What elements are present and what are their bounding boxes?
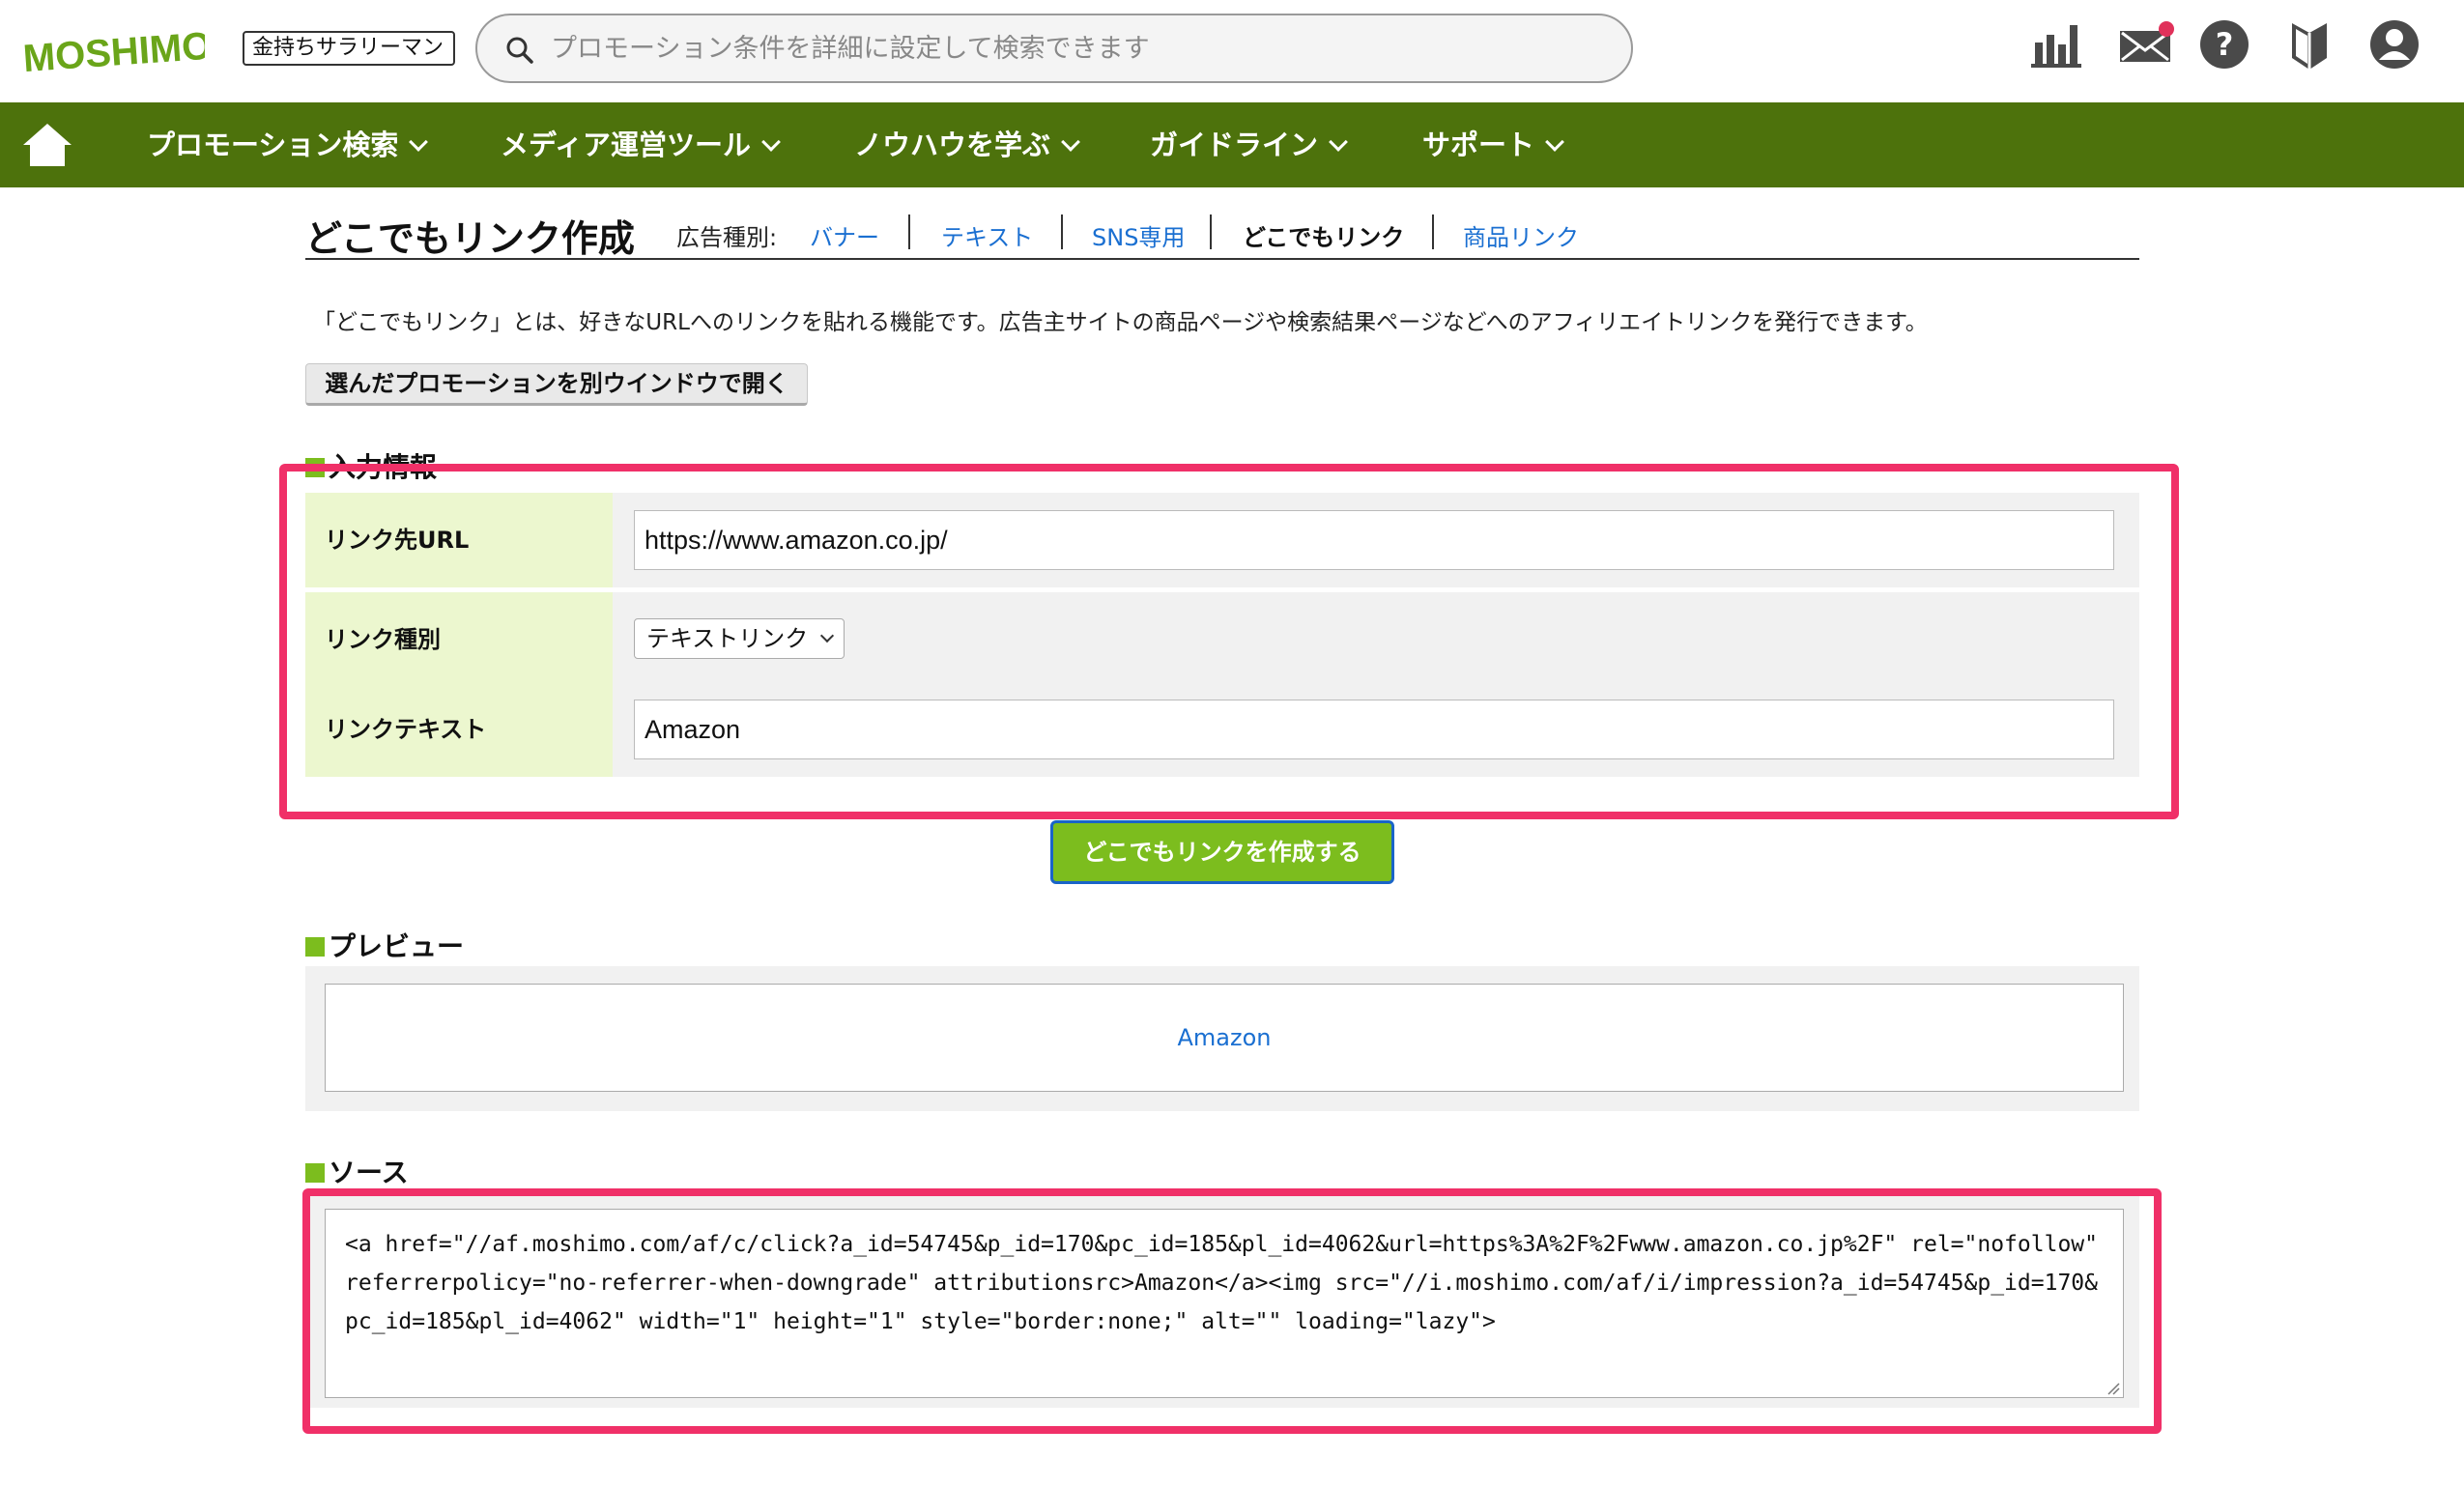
nav-media-tools[interactable]: メディア運営ツール [501, 102, 781, 187]
svg-text:MOSHIMO: MOSHIMO [21, 25, 205, 77]
help-icon[interactable]: ? [2195, 15, 2253, 73]
nav-support[interactable]: サポート [1422, 102, 1564, 187]
title-divider [305, 258, 2139, 260]
square-bullet-icon [305, 1163, 325, 1183]
divider [908, 214, 910, 249]
user-site-select[interactable]: 金持ちサラリーマン [243, 31, 455, 66]
beginner-mark-icon[interactable] [2280, 15, 2338, 73]
preview-box: Amazon [325, 984, 2124, 1092]
page-title: どこでもリンク作成 [305, 217, 635, 260]
chevron-down-icon [1329, 132, 1348, 152]
adtype-banner-link[interactable]: バナー [810, 218, 879, 252]
search-input[interactable] [551, 23, 1604, 73]
divider [1432, 214, 1434, 249]
chevron-down-icon [409, 132, 429, 152]
highlight-box-input [279, 464, 2179, 819]
page-description: 「どこでもリンク」とは、好きなURLへのリンクを貼れる機能です。広告主サイトの商… [313, 310, 1928, 335]
top-header: MOSHIMO 金持ちサラリーマン ? [0, 0, 2464, 102]
nav-promotion-search[interactable]: プロモーション検索 [147, 102, 429, 187]
adtype-text-link[interactable]: テキスト [941, 218, 1033, 252]
adtype-product-link[interactable]: 商品リンク [1463, 218, 1579, 252]
nav-guidelines[interactable]: ガイドライン [1150, 102, 1348, 187]
adtype-dokodemo-current: どこでもリンク [1243, 224, 1405, 251]
svg-text:?: ? [2216, 26, 2234, 63]
highlight-box-source [302, 1188, 2162, 1434]
promotion-search-bar[interactable] [475, 14, 1633, 83]
preview-section-heading: プレビュー [305, 926, 464, 964]
home-icon[interactable] [21, 120, 73, 170]
chevron-down-icon [761, 132, 781, 152]
preview-link[interactable]: Amazon [1178, 1024, 1272, 1051]
search-icon [506, 37, 533, 64]
notification-badge [2159, 21, 2174, 37]
preview-panel: Amazon [305, 966, 2139, 1111]
chevron-down-icon [1545, 132, 1564, 152]
divider [1210, 214, 1212, 249]
account-icon[interactable] [2365, 15, 2423, 73]
divider [1061, 214, 1063, 249]
moshimo-logo[interactable]: MOSHIMO [21, 17, 205, 77]
create-link-button[interactable]: どこでもリンクを作成する [1050, 820, 1394, 884]
open-in-new-window-button[interactable]: 選んだプロモーションを別ウインドウで開く [305, 363, 808, 406]
adtype-sns-link[interactable]: SNS専用 [1092, 218, 1185, 252]
ad-type-label: 広告種別: [676, 224, 778, 251]
main-navigation: プロモーション検索 メディア運営ツール ノウハウを学ぶ ガイドライン サポート [0, 102, 2464, 187]
nav-knowhow[interactable]: ノウハウを学ぶ [854, 102, 1080, 187]
square-bullet-icon [305, 937, 325, 957]
chevron-down-icon [1061, 132, 1080, 152]
report-chart-icon[interactable] [2027, 15, 2085, 73]
source-section-heading: ソース [305, 1152, 409, 1190]
